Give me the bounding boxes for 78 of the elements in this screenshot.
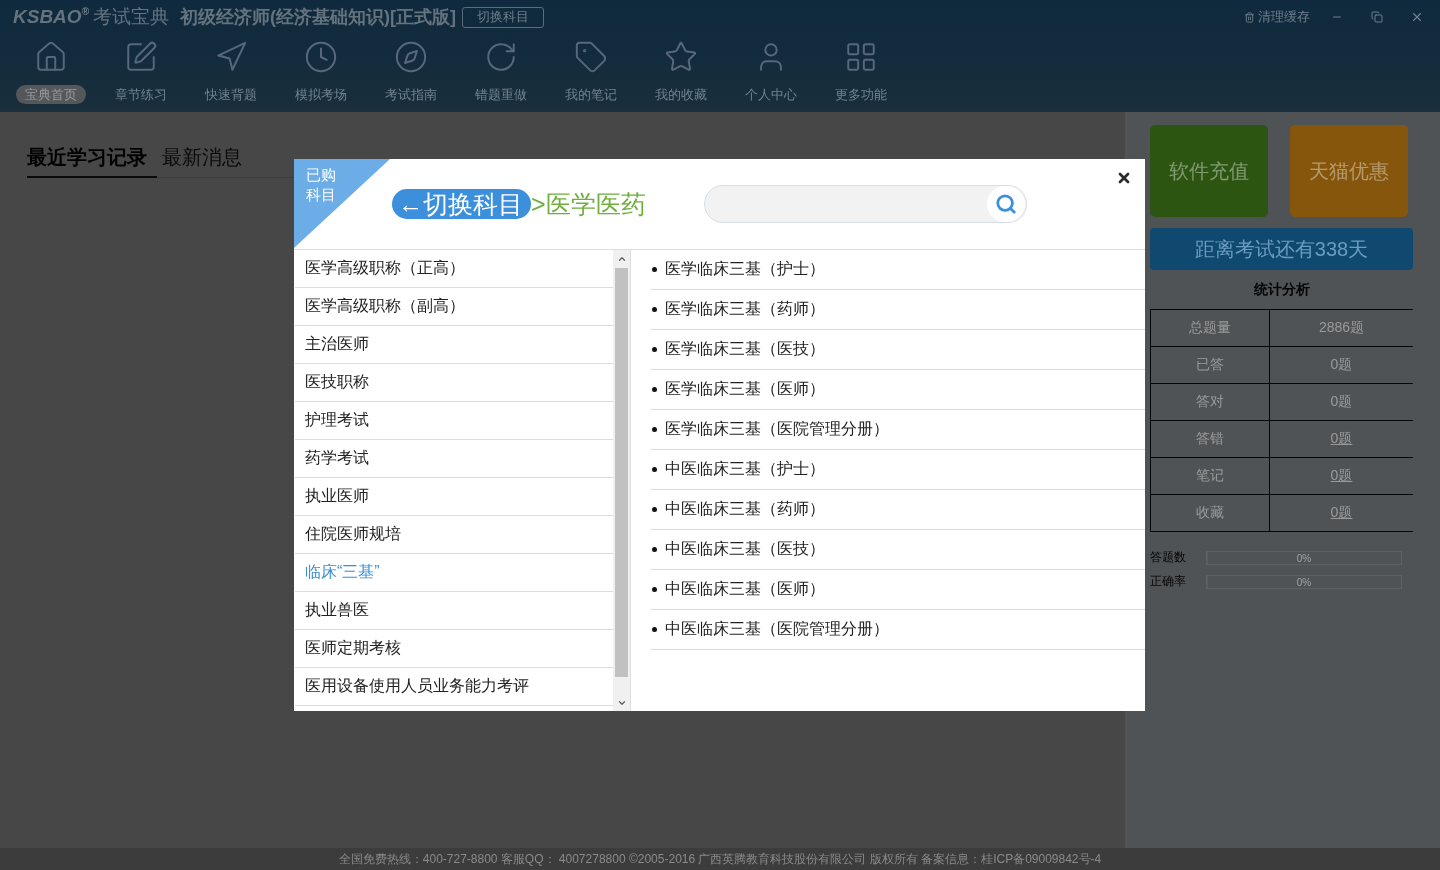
- edit-icon[interactable]: [124, 40, 158, 74]
- subject-link[interactable]: 医学临床三基（医技）: [665, 339, 825, 360]
- bullet-icon: [652, 387, 657, 392]
- subject-link[interactable]: 中医临床三基（医技）: [665, 539, 825, 560]
- nav-tab[interactable]: 模拟考场: [286, 85, 356, 104]
- table-cell: 2886题: [1270, 310, 1413, 346]
- bullet-icon: [652, 627, 657, 632]
- bullet-icon: [652, 587, 657, 592]
- nav-tab[interactable]: 章节练习: [106, 85, 176, 104]
- table-cell: 笔记: [1151, 458, 1269, 494]
- search-button[interactable]: [986, 186, 1025, 222]
- bullet-icon: [652, 467, 657, 472]
- clear-cache-button[interactable]: 清理缓存: [1244, 8, 1310, 26]
- subject-link[interactable]: 中医临床三基（护士）: [665, 459, 825, 480]
- subject-link[interactable]: 医学临床三基（医师）: [665, 379, 825, 400]
- table-cell: 答错: [1151, 421, 1269, 457]
- table-cell: 收藏: [1151, 495, 1269, 531]
- progress-reading: 0%: [1296, 552, 1312, 563]
- compass-icon[interactable]: [394, 40, 428, 74]
- paper-plane-icon[interactable]: [214, 40, 248, 74]
- back-button[interactable]: ←切换科目: [392, 189, 531, 219]
- logo-wordmark: KSBAO$^{®}$: [13, 6, 89, 28]
- footer-text: 全国免费热线：400-727-8800 客服QQ： 4007278800 ©2005-2016 广西英腾教育科技股份有限公司 版权所有 备案信息：桂ICP备09009842号-4: [338, 850, 1102, 868]
- nav-tab[interactable]: 我的笔记: [556, 85, 626, 104]
- action-button[interactable]: 天猫优惠: [1290, 125, 1408, 217]
- action-button[interactable]: 软件充值: [1150, 125, 1268, 217]
- nav-tab[interactable]: 我的收藏: [646, 85, 716, 104]
- purchased-badge[interactable]: 已购科目: [294, 159, 390, 248]
- close-icon[interactable]: [1116, 170, 1132, 186]
- switch-subject-button[interactable]: 切换科目: [462, 6, 544, 28]
- search-field[interactable]: [703, 185, 1027, 223]
- subject-link[interactable]: 医学临床三基（药师）: [665, 299, 825, 320]
- subject-link[interactable]: 中医临床三基（药师）: [665, 499, 825, 520]
- nav-tab[interactable]: 考试指南: [376, 85, 446, 104]
- stats-heading: 统计分析: [1252, 280, 1311, 299]
- table-link[interactable]: 0题: [1270, 458, 1413, 494]
- subject-link[interactable]: 医学临床三基（护士）: [665, 259, 825, 280]
- table-link[interactable]: 0题: [1270, 421, 1413, 457]
- bullet-icon: [652, 267, 657, 272]
- table-cell: 已答: [1151, 347, 1269, 383]
- star-icon[interactable]: [664, 40, 698, 74]
- scrollbar-thumb[interactable]: [615, 268, 628, 677]
- table-cell: 答对: [1151, 384, 1269, 420]
- progress-reading: 0%: [1296, 576, 1312, 587]
- table-cell: 0题: [1270, 347, 1413, 383]
- restore-icon[interactable]: [1371, 11, 1383, 23]
- table-cell: 0题: [1270, 384, 1413, 420]
- progress-label: 正确率: [1150, 573, 1187, 590]
- table-link[interactable]: 0题: [1270, 495, 1413, 531]
- category-label: >医学医药: [531, 188, 646, 220]
- nav-tab[interactable]: 个人中心: [736, 85, 806, 104]
- nav-tab[interactable]: 错题重做: [466, 85, 536, 104]
- home-icon[interactable]: [34, 40, 68, 74]
- circular-arrow-icon[interactable]: [484, 40, 518, 74]
- subject-link[interactable]: 医学临床三基（医院管理分册）: [665, 419, 889, 440]
- clock-icon[interactable]: [304, 40, 338, 74]
- trash-icon: [1244, 11, 1255, 23]
- countdown-banner: 距离考试还有338天: [1150, 228, 1413, 270]
- content-tab[interactable]: 最新消息: [162, 145, 252, 178]
- app-title: 初级经济师(经济基础知识)[正式版]: [180, 6, 456, 29]
- nav-tab[interactable]: 宝典首页: [16, 85, 86, 104]
- search-icon: [994, 193, 1017, 215]
- grid-icon[interactable]: [844, 40, 878, 74]
- bullet-icon: [652, 507, 657, 512]
- bullet-icon: [652, 307, 657, 312]
- brand-name: 考试宝典: [93, 5, 169, 29]
- tag-icon[interactable]: [574, 40, 608, 74]
- subject-link[interactable]: 中医临床三基（医师）: [665, 579, 825, 600]
- content-tab[interactable]: 最近学习记录: [27, 145, 157, 178]
- scrollbar[interactable]: [613, 250, 630, 711]
- bullet-icon: [652, 427, 657, 432]
- bullet-icon: [652, 347, 657, 352]
- bullet-icon: [652, 547, 657, 552]
- subject-link[interactable]: 中医临床三基（医院管理分册）: [665, 619, 889, 640]
- nav-tab[interactable]: 更多功能: [826, 85, 896, 104]
- progress-label: 答题数: [1150, 549, 1187, 566]
- nav-tab[interactable]: 快速背题: [196, 85, 266, 104]
- table-cell: 总题量: [1151, 310, 1269, 346]
